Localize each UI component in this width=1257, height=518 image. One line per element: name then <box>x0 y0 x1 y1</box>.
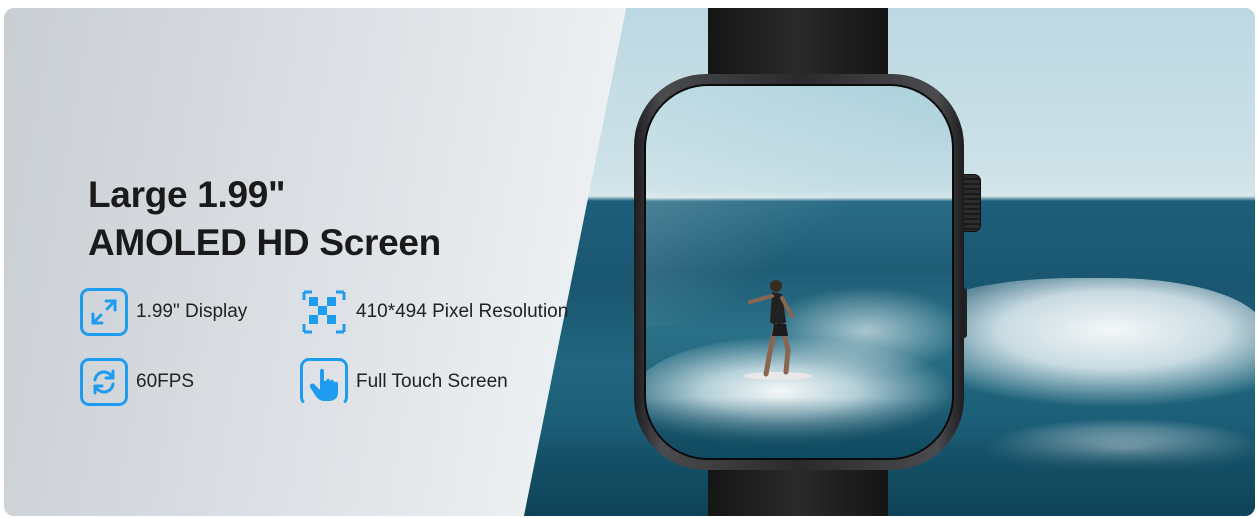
feature-label: Full Touch Screen <box>356 371 508 392</box>
feature-display-size: 1.99" Display <box>80 288 247 336</box>
headline-line-2: AMOLED HD Screen <box>88 222 441 263</box>
smartwatch <box>634 74 964 470</box>
feature-label: 1.99" Display <box>136 301 248 322</box>
headline: Large 1.99" AMOLED HD Screen <box>88 171 508 267</box>
product-banner: Large 1.99" AMOLED HD Screen 1.99" Displ… <box>4 8 1255 516</box>
feature-touch-screen: Full Touch Screen <box>300 358 508 406</box>
watch-screen-surfer-image <box>644 84 954 460</box>
feature-label: 60FPS <box>136 371 195 392</box>
headline-line-1: Large 1.99" <box>88 174 286 215</box>
feature-frame-rate: 60FPS <box>80 358 194 406</box>
expand-arrows-icon <box>80 288 128 336</box>
refresh-cycle-icon <box>80 358 128 406</box>
touch-hand-icon <box>300 358 348 406</box>
pixel-grid-icon <box>300 288 348 336</box>
feature-label: 410*494 Pixel Resolution <box>356 301 569 322</box>
feature-pixel-resolution: 410*494 Pixel Resolution <box>300 288 568 336</box>
